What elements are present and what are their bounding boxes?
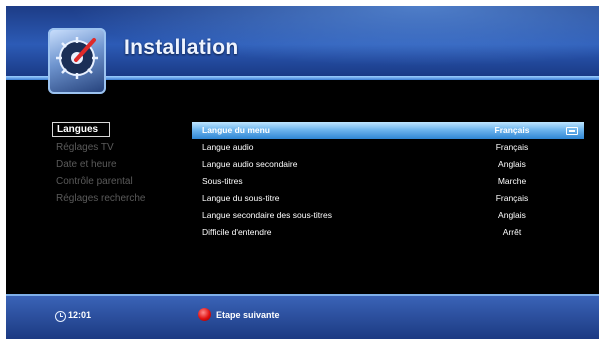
setting-row-audio-language[interactable]: Langue audio Français [192, 139, 584, 156]
setting-label: Langue du menu [202, 125, 270, 135]
setting-label: Langue du sous-titre [202, 193, 280, 203]
category-item-tv-settings[interactable]: Réglages TV [52, 139, 192, 156]
category-item-languages[interactable]: Langues [52, 122, 110, 137]
setting-label: Langue audio [202, 142, 254, 152]
red-button-icon[interactable] [198, 308, 211, 321]
clock-icon [55, 311, 66, 322]
setting-value: Marche [497, 176, 527, 186]
settings-gauge-icon [48, 28, 106, 94]
edit-icon [566, 127, 578, 135]
setting-label: Difficile d'entendre [202, 227, 272, 237]
settings-list: Langue du menu Français Langue audio Fra… [192, 122, 584, 241]
setting-value: Arrêt [502, 227, 522, 237]
setting-label: Langue secondaire des sous-titres [202, 210, 332, 220]
setting-value: Français [495, 193, 529, 203]
setting-row-subtitles[interactable]: Sous-titres Marche [192, 173, 584, 190]
next-step-label[interactable]: Etape suivante [216, 310, 280, 320]
setting-row-menu-language[interactable]: Langue du menu Français [192, 122, 584, 139]
category-item-date-time[interactable]: Date et heure [52, 156, 192, 173]
setting-row-hard-of-hearing[interactable]: Difficile d'entendre Arrêt [192, 224, 584, 241]
tv-screen: Installation Langues Réglages TV Date et… [6, 6, 599, 339]
setting-row-secondary-audio-language[interactable]: Langue audio secondaire Anglais [192, 156, 584, 173]
clock-time: 12:01 [68, 310, 92, 320]
category-menu: Langues Réglages TV Date et heure Contrô… [52, 122, 192, 207]
setting-value: Français [495, 142, 529, 152]
setting-value: Anglais [498, 210, 526, 220]
setting-value: Anglais [498, 159, 526, 169]
footer-bar: 12:01 Etape suivante [6, 296, 599, 339]
category-item-search-settings[interactable]: Réglages recherche [52, 190, 192, 207]
setting-value: Français [494, 125, 530, 135]
setting-label: Sous-titres [202, 176, 243, 186]
page-title: Installation [124, 36, 239, 59]
setting-label: Langue audio secondaire [202, 159, 298, 169]
category-item-parental-control[interactable]: Contrôle parental [52, 173, 192, 190]
setting-row-secondary-subtitle-language[interactable]: Langue secondaire des sous-titres Anglai… [192, 207, 584, 224]
setting-row-subtitle-language[interactable]: Langue du sous-titre Français [192, 190, 584, 207]
